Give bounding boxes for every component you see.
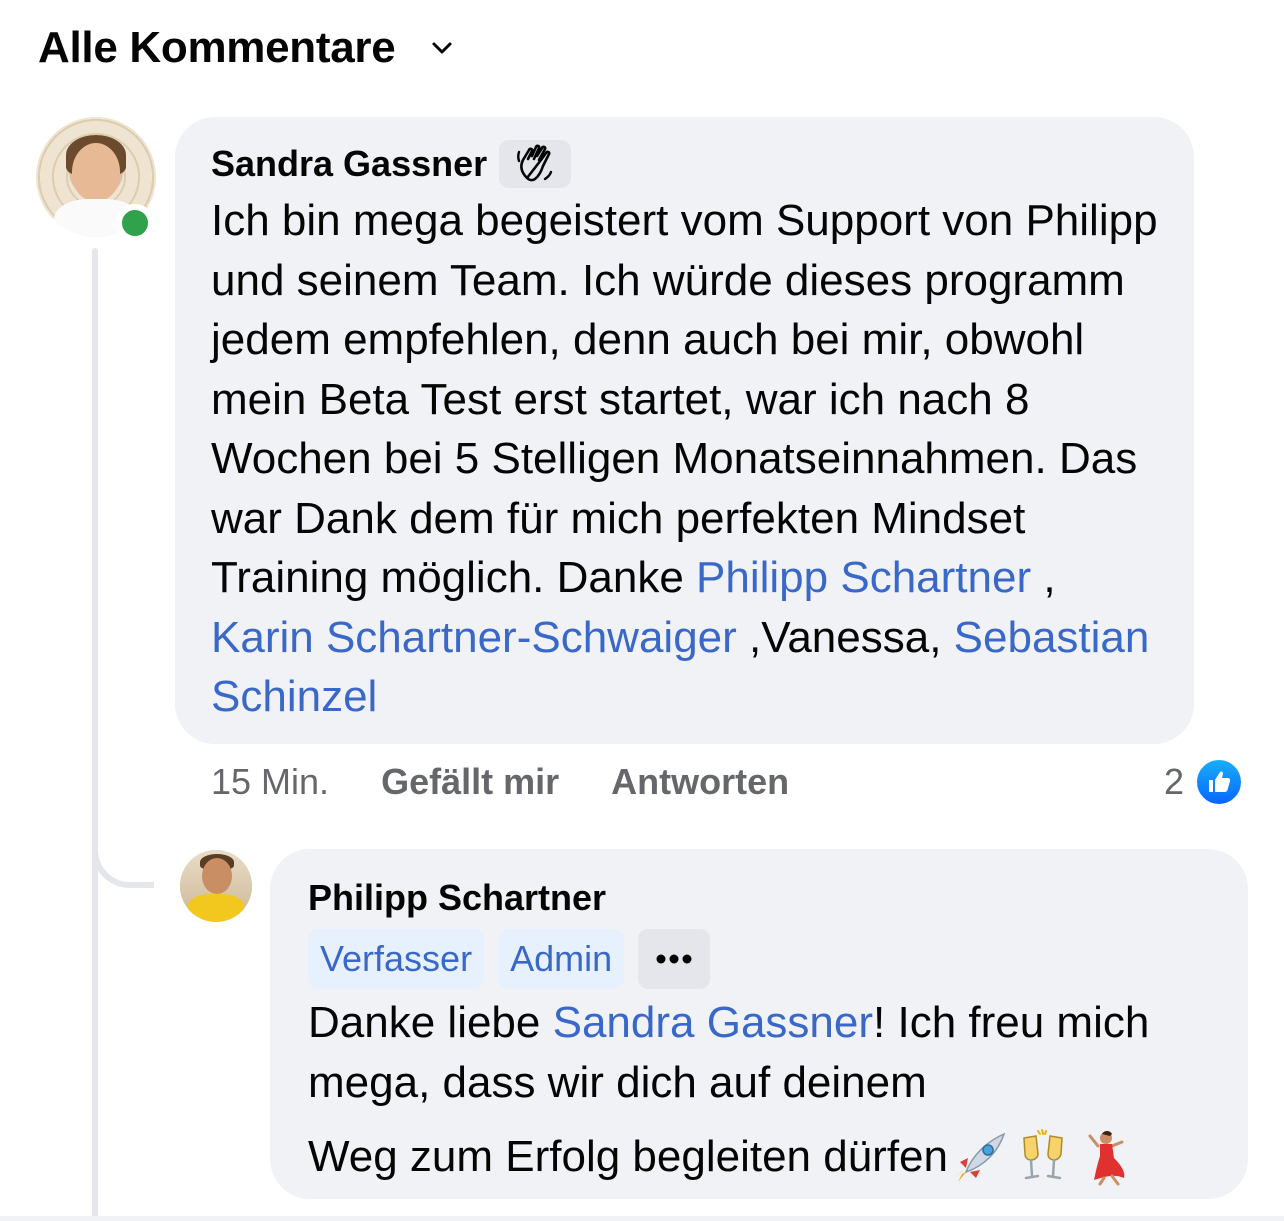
clinking-glasses-emoji-icon [1014,1128,1072,1186]
author-badges: Verfasser Admin [308,929,1210,989]
reply-button[interactable]: Antworten [611,761,789,803]
comment-bubble: Sandra Gassner Ich bin mega begeistert v… [175,117,1194,744]
chevron-down-icon [431,37,453,59]
reply-author[interactable]: Philipp Schartner [308,877,606,919]
thread-line [92,248,98,1221]
reaction-count: 2 [1164,761,1185,802]
mention-philipp-schartner[interactable]: Philipp Schartner [696,553,1031,602]
thread-connector [92,820,154,888]
comment-timestamp[interactable]: 15 Min. [211,761,329,803]
reply-bubble: Philipp Schartner Verfasser Admin Danke … [270,849,1248,1199]
reply-text: Danke liebe Sandra Gassner! Ich freu mic… [308,998,1150,1107]
badge-author[interactable]: Verfasser [308,929,485,989]
divider [0,1216,1284,1221]
avatar-philipp-schartner[interactable] [180,850,252,922]
mention-karin-schartner-schwaiger[interactable]: Karin Schartner-Schwaiger [211,613,737,662]
mention-sandra-gassner[interactable]: Sandra Gassner [553,998,873,1047]
reply-text-line: Weg zum Erfolg begleiten dürfen [308,1127,1210,1187]
comments-filter-dropdown[interactable]: Alle Kommentare [38,18,453,78]
comment-author[interactable]: Sandra Gassner [211,143,487,185]
reaction-summary[interactable]: 2 [1164,756,1245,808]
thumbs-up-icon [1194,757,1245,807]
new-member-wave-icon[interactable] [499,140,572,188]
badge-admin[interactable]: Admin [498,929,625,989]
like-button[interactable]: Gefällt mir [381,761,559,803]
dancer-emoji-icon [1076,1128,1134,1186]
more-options-icon[interactable] [638,929,711,989]
comment-text: Ich bin mega begeistert vom Support von … [211,196,1158,721]
online-status-dot [116,204,154,242]
comment-actions: 15 Min. Gefällt mir Antworten [211,758,789,806]
rocket-emoji-icon [952,1128,1010,1186]
comments-filter-title: Alle Kommentare [38,23,396,72]
